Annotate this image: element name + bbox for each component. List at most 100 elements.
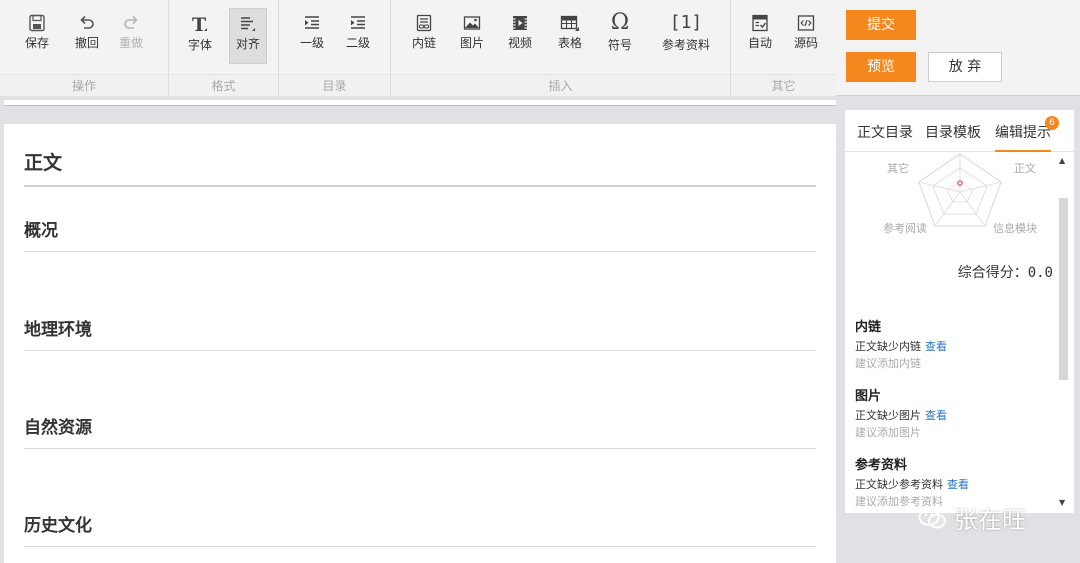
font-label: 字体 xyxy=(187,38,212,52)
redo-icon xyxy=(124,15,138,29)
tip-desc: 正文缺少图片 查看 xyxy=(855,409,947,422)
side-panel: 正文目录 目录模板 编辑提示 6 其它 正文 参考阅读 信息模块 综合得分：0.… xyxy=(845,110,1074,513)
wechat-icon xyxy=(918,508,946,529)
overall-score: 综合得分：0.0 xyxy=(845,262,1065,282)
undo-icon xyxy=(80,15,94,29)
level2-label: 二级 xyxy=(345,36,370,50)
tip-internal-link: 内链 正文缺少内链 查看 建议添加内链 xyxy=(855,316,1055,371)
view-link[interactable]: 查看 xyxy=(947,478,969,491)
tip-title: 图片 xyxy=(855,389,882,404)
symbol-label: 符号 xyxy=(607,38,632,52)
align-button[interactable]: 对齐 xyxy=(229,8,267,64)
view-link[interactable]: 查看 xyxy=(925,409,947,422)
reference-icon: [1] xyxy=(669,12,703,33)
panel-scrollbar[interactable]: ▲ ▼ xyxy=(1056,152,1072,513)
tab-toc[interactable]: 正文目录 xyxy=(857,122,913,142)
scroll-up-icon[interactable]: ▲ xyxy=(1059,156,1065,165)
image-icon xyxy=(463,16,481,30)
tip-desc: 正文缺少内链 查看 xyxy=(855,340,947,353)
save-icon xyxy=(29,14,45,32)
redo-label: 重做 xyxy=(118,36,143,50)
internal-link-icon xyxy=(416,14,432,32)
tips-count-badge: 6 xyxy=(1045,116,1059,130)
scroll-down-icon[interactable]: ▼ xyxy=(1059,498,1065,507)
editor-content[interactable]: 正文 概况 地理环境 自然资源 历史文化 xyxy=(4,124,836,563)
indent-level1-icon xyxy=(305,16,319,29)
video-icon xyxy=(513,16,527,30)
image-label: 图片 xyxy=(459,36,484,50)
font-button[interactable]: T 字体 xyxy=(181,8,219,64)
video-label: 视频 xyxy=(507,36,532,50)
insert-link-button[interactable]: 内链 xyxy=(405,8,443,64)
tip-suggestion: 建议添加内链 xyxy=(855,357,921,370)
insert-video-button[interactable]: 视频 xyxy=(501,8,539,64)
radar-label-info-module: 信息模块 xyxy=(993,222,1037,235)
omega-icon: Ω xyxy=(610,10,630,35)
heading-natural-resources[interactable]: 自然资源 xyxy=(24,413,816,449)
action-bar: 提交 预览 放 弃 xyxy=(836,0,1080,96)
redo-button[interactable]: 重做 xyxy=(112,8,150,64)
view-link[interactable]: 查看 xyxy=(925,340,947,353)
heading-history-culture[interactable]: 历史文化 xyxy=(24,511,816,547)
toolbar-group-other: 自动 源码 其它 xyxy=(730,0,836,96)
table-label: 表格 xyxy=(557,36,582,50)
watermark-text: 张在旺 xyxy=(954,506,1026,534)
tab-toc-template[interactable]: 目录模板 xyxy=(925,122,981,142)
toolbar-group-insert: 内链 图片 视频 表格 Ω 符号 [1] 参考资料 插入 xyxy=(390,0,730,96)
insert-reference-button[interactable]: [1] 参考资料 xyxy=(653,8,719,64)
radar-label-main: 正文 xyxy=(1014,162,1036,175)
link-label: 内链 xyxy=(411,36,436,50)
toolbar-group-format: T 字体 对齐 格式 xyxy=(168,0,278,96)
heading-geography[interactable]: 地理环境 xyxy=(24,315,816,351)
auto-label: 自动 xyxy=(747,36,772,50)
submit-button[interactable]: 提交 xyxy=(846,10,916,40)
source-label: 源码 xyxy=(793,36,818,50)
indent-level2-icon xyxy=(351,16,365,29)
source-code-icon xyxy=(797,15,815,31)
group-label-operate: 操作 xyxy=(0,74,168,96)
group-label-toc: 目录 xyxy=(279,74,390,96)
preview-button[interactable]: 预览 xyxy=(846,52,916,82)
insert-table-button[interactable]: 表格 xyxy=(551,8,589,64)
table-icon xyxy=(560,15,579,31)
radar-label-further-reading: 参考阅读 xyxy=(883,222,927,235)
toolbar-group-operate: 保存 撤回 重做 操作 xyxy=(0,0,168,96)
reference-label: 参考资料 xyxy=(661,38,710,52)
toolbar-group-toc: 一级 二级 目录 xyxy=(278,0,390,96)
editor-toolbar: 保存 撤回 重做 操作 T 字体 对齐 格式 一级 二级 目录 内链 图片 视频… xyxy=(0,0,836,96)
undo-button[interactable]: 撤回 xyxy=(68,8,106,64)
score-value: 0.0 xyxy=(1027,265,1053,281)
tip-desc: 正文缺少参考资料 查看 xyxy=(855,478,969,491)
insert-symbol-button[interactable]: Ω 符号 xyxy=(601,8,639,64)
group-label-insert: 插入 xyxy=(391,74,730,96)
watermark: 张在旺 xyxy=(918,500,1026,535)
heading-main-text[interactable]: 正文 xyxy=(24,148,816,187)
level1-label: 一级 xyxy=(299,36,324,50)
insert-image-button[interactable]: 图片 xyxy=(453,8,491,64)
font-icon: T xyxy=(192,14,207,34)
editor-top-strip xyxy=(4,100,836,106)
score-label: 综合得分： xyxy=(957,265,1028,281)
tab-edit-tips-label: 编辑提示 xyxy=(995,125,1051,141)
discard-button[interactable]: 放 弃 xyxy=(928,52,1002,82)
tab-edit-tips[interactable]: 编辑提示 6 xyxy=(995,116,1059,152)
tip-title: 参考资料 xyxy=(855,458,908,473)
align-label: 对齐 xyxy=(235,37,260,51)
heading-level1-button[interactable]: 一级 xyxy=(293,8,331,64)
tip-suggestion: 建议添加图片 xyxy=(855,426,921,439)
tip-image: 图片 正文缺少图片 查看 建议添加图片 xyxy=(855,385,1055,440)
source-code-button[interactable]: 源码 xyxy=(787,8,825,64)
auto-format-icon xyxy=(752,14,768,32)
align-icon xyxy=(241,17,255,31)
scrollbar-thumb[interactable] xyxy=(1059,198,1068,380)
undo-label: 撤回 xyxy=(74,36,99,50)
heading-overview[interactable]: 概况 xyxy=(24,216,816,252)
auto-button[interactable]: 自动 xyxy=(741,8,779,64)
group-label-format: 格式 xyxy=(169,74,278,96)
radar-chart xyxy=(918,153,1002,227)
group-label-other: 其它 xyxy=(731,74,836,96)
heading-level2-button[interactable]: 二级 xyxy=(339,8,377,64)
radar-label-other: 其它 xyxy=(887,162,909,175)
tip-title: 内链 xyxy=(855,320,882,335)
save-button[interactable]: 保存 xyxy=(18,8,56,64)
